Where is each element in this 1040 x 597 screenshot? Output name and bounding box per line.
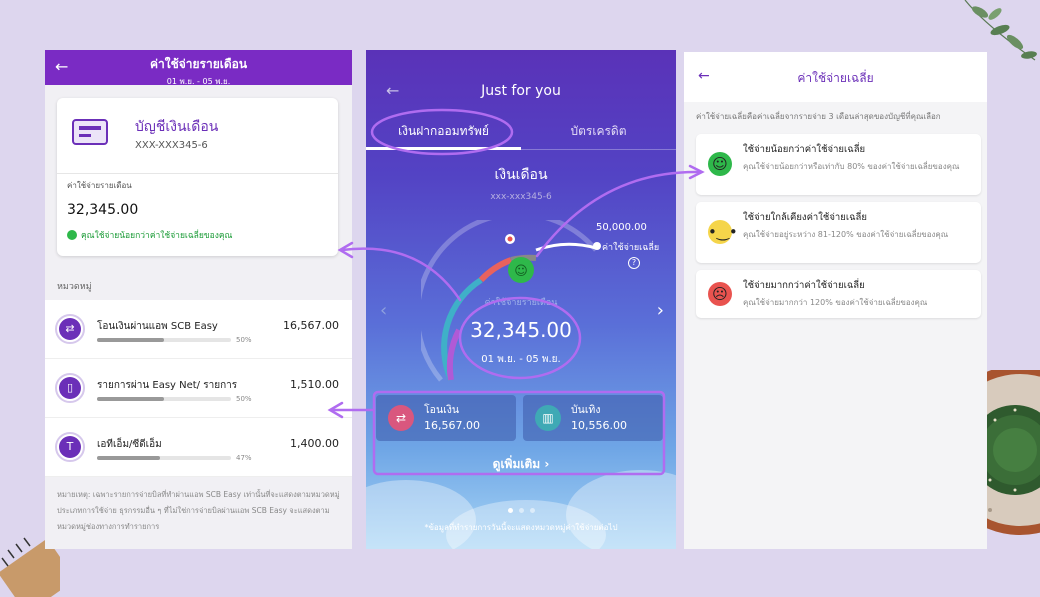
category-percent: 47% [236,454,252,462]
phone-icon: ▯ [55,373,85,403]
popcorn-icon: ▥ [535,405,561,431]
neutral-face-icon: •‿• [708,220,738,244]
category-progress-bar [97,397,231,401]
help-icon[interactable]: ? [628,257,640,269]
card-name: โอนเงิน [424,404,460,416]
monthly-expense-amount: 32,345.00 [67,202,139,218]
next-chevron-icon[interactable]: › [657,300,664,321]
svg-text:☺: ☺ [514,264,528,279]
tab-savings[interactable]: เงินฝากออมทรัพย์ [366,112,521,150]
gauge-amount: 32,345.00 [470,318,572,342]
app-header: ← ค่าใช้จ่ายเฉลี่ย [684,52,987,102]
status-card-near: •‿• ใช้จ่ายใกล้เคียงค่าใช้จ่ายเฉลี่ย คุณ… [696,202,981,263]
category-list: ⇄ โอนเงินผ่านแอพ SCB Easy 16,567.00 50% … [45,300,352,477]
page-indicator [366,498,676,517]
account-card-icon [72,119,108,145]
status-title: ใช้จ่ายน้อยกว่าค่าใช้จ่ายเฉลี่ย [743,144,866,155]
account-card[interactable]: บัญชีเงินเดือน XXX-XXX345-6 ค่าใช้จ่ายรา… [57,98,338,256]
header-title: ค่าใช้จ่ายเฉลี่ย [797,71,874,85]
account-name: บัญชีเงินเดือน [135,119,219,135]
transfer-card[interactable]: ⇄ โอนเงิน 16,567.00 [376,395,516,441]
budget-label: ค่าใช้จ่ายเฉลี่ย [602,243,660,253]
category-amount: 1,510.00 [290,378,339,391]
budget-amount: 50,000.00 [596,222,647,233]
entertainment-card[interactable]: ▥ บันเทิง 10,556.00 [523,395,663,441]
previous-chevron-icon[interactable]: ‹ [380,300,387,321]
tab-bar: เงินฝากออมทรัพย์ บัตรเครดิต [366,112,676,150]
status-title: ใช้จ่ายใกล้เคียงค่าใช้จ่ายเฉลี่ย [743,212,867,223]
category-name: โอนเงินผ่านแอพ SCB Easy [97,321,218,332]
monthly-expense-label: ค่าใช้จ่ายรายเดือน [67,181,132,190]
category-percent: 50% [236,395,252,403]
header-subtitle: 01 พ.ย. - 05 พ.ย. [166,77,231,86]
account-name: เงินเดือน [494,167,548,183]
category-name: เอทีเอ็ม/ซีดีเอ็ม [97,439,162,450]
shuffle-icon: ⇄ [55,314,85,344]
status-description: คุณใช้จ่ายอยู่ระหว่าง 81-120% ของค่าใช้จ… [743,230,949,239]
category-row[interactable]: T เอทีเอ็ม/ซีดีเอ็ม 1,400.00 47% [45,418,352,477]
category-amount: 16,567.00 [283,319,339,332]
category-name: รายการผ่าน Easy Net/ รายการอื่น ๆ ผ่... [97,380,237,391]
category-amount: 1,400.00 [290,437,339,450]
shuffle-icon: ⇄ [388,405,414,431]
category-progress-bar [97,338,231,342]
header-title: ค่าใช้จ่ายรายเดือน [149,57,248,71]
see-more-label: ดูเพิ่มเติม [492,457,541,471]
atm-icon: T [55,432,85,462]
account-number: XXX-XXX345-6 [135,140,208,151]
card-value: 10,556.00 [571,419,627,432]
category-percent: 50% [236,336,252,344]
expense-status-text: คุณใช้จ่ายน้อยกว่าค่าใช้จ่ายเฉลี่ยของคุณ [81,231,233,241]
average-expense-screen: ← ค่าใช้จ่ายเฉลี่ย ค่าใช้จ่ายเฉลี่ยคือค่… [684,52,987,549]
page-title: Just for you [481,83,561,99]
account-number: xxx-xxx345-6 [490,192,552,202]
sad-face-icon: ☹ [708,282,732,306]
status-description: คุณใช้จ่ายมากกว่า 120% ของค่าใช้จ่ายเฉลี… [743,298,928,307]
footnote: *ข้อมูลที่ทำรายการวันนี้จะแสดงหมวดหมู่ค่… [424,523,618,532]
just-for-you-screen: ← Just for you เงินฝากออมทรัพย์ บัตรเครด… [366,50,676,549]
app-header: ← ค่าใช้จ่ายรายเดือน 01 พ.ย. - 05 พ.ย. [45,50,352,86]
chevron-right-icon: › [544,457,550,471]
back-arrow-icon[interactable]: ← [55,57,68,76]
status-title: ใช้จ่ายมากกว่าค่าใช้จ่ายเฉลี่ย [743,280,865,291]
gauge-date-range: 01 พ.ย. - 05 พ.ย. [481,354,561,365]
tab-credit-card[interactable]: บัตรเครดิต [521,112,676,150]
card-value: 16,567.00 [424,419,480,432]
see-more-link[interactable]: ดูเพิ่มเติม › [366,455,676,474]
average-description: ค่าใช้จ่ายเฉลี่ยคือค่าเฉลี่ยจากรายจ่าย 3… [696,112,941,121]
divider [57,173,338,174]
category-progress-bar [97,456,231,460]
category-row[interactable]: ⇄ โอนเงินผ่านแอพ SCB Easy 16,567.00 50% [45,300,352,359]
category-section-title: หมวดหมู่ [57,282,92,292]
happy-face-icon: ☺ [708,152,732,176]
status-card-above: ☹ ใช้จ่ายมากกว่าค่าใช้จ่ายเฉลี่ย คุณใช้จ… [696,270,981,318]
card-name: บันเทิง [571,404,601,416]
monthly-expense-screen: ← ค่าใช้จ่ายรายเดือน 01 พ.ย. - 05 พ.ย. บ… [45,50,352,549]
happy-face-icon [67,230,77,240]
category-row[interactable]: ▯ รายการผ่าน Easy Net/ รายการอื่น ๆ ผ่..… [45,359,352,418]
expense-status-note: คุณใช้จ่ายน้อยกว่าค่าใช้จ่ายเฉลี่ยของคุณ [67,228,232,242]
gauge-label: ค่าใช้จ่ายรายเดือน [484,298,558,308]
footnote: หมายเหตุ: เฉพาะรายการจ่ายบิลที่ทำผ่านแอพ… [57,490,340,531]
status-card-below: ☺ ใช้จ่ายน้อยกว่าค่าใช้จ่ายเฉลี่ย คุณใช้… [696,134,981,195]
status-description: คุณใช้จ่ายน้อยกว่าหรือเท่ากับ 80% ของค่า… [743,162,960,171]
